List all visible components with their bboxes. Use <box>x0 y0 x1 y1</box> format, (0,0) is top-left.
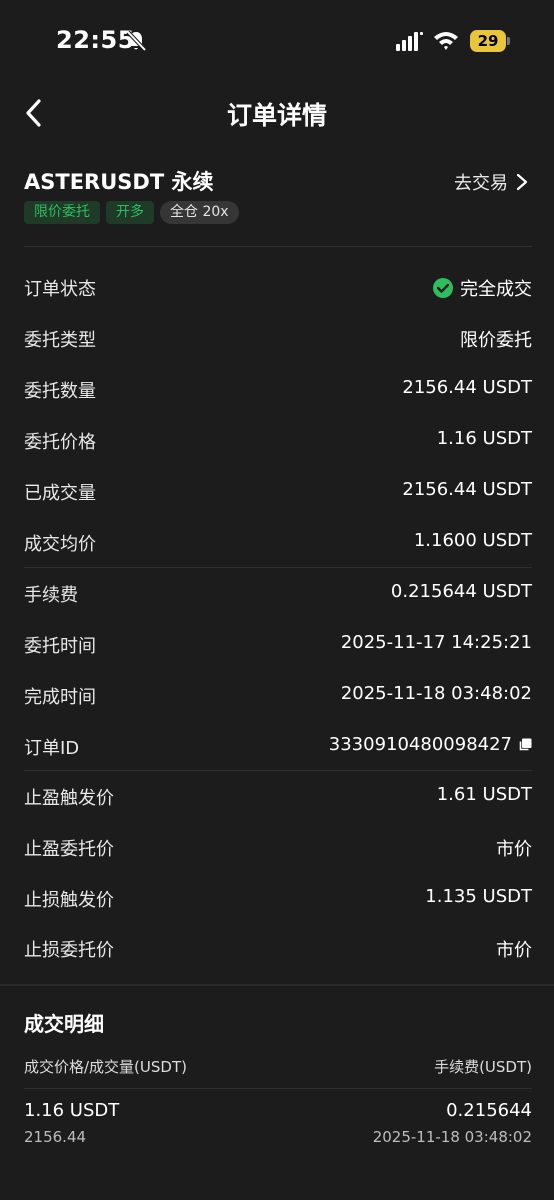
field-fee: 手续费 0.215644 USDT <box>24 578 532 608</box>
field-value: 1.1600 USDT <box>413 530 532 551</box>
fills-section-title: 成交明细 <box>24 1012 104 1036</box>
fill-fee: 0.215644 <box>446 1100 532 1121</box>
order-type-tag: 限价委托 <box>24 201 100 224</box>
back-arrow-icon[interactable] <box>22 98 46 128</box>
field-sl-order-price: 止损委托价 市价 <box>24 933 532 963</box>
field-label: 止盈委托价 <box>24 839 114 860</box>
field-value: 2025-11-17 14:25:21 <box>340 632 532 653</box>
field-label: 止盈触发价 <box>24 788 114 809</box>
margin-leverage-tag: 全仓 20x <box>160 201 239 224</box>
field-label: 成交均价 <box>24 534 96 555</box>
symbol-name: ASTERUSDT 永续 <box>24 170 214 194</box>
check-circle-icon <box>433 278 453 298</box>
field-value: 完全成交 <box>432 275 532 301</box>
order-id-text: 3330910480098427 <box>328 734 512 755</box>
field-sl-trigger: 止损触发价 1.135 USDT <box>24 883 532 913</box>
field-order-price: 委托价格 1.16 USDT <box>24 425 532 455</box>
page-title: 订单详情 <box>226 101 327 130</box>
fills-col-fee: 手续费(USDT) <box>434 1058 532 1076</box>
field-tp-trigger: 止盈触发价 1.61 USDT <box>24 781 532 811</box>
field-filled-quantity: 已成交量 2156.44 USDT <box>24 476 532 506</box>
chevron-right-icon <box>516 173 528 191</box>
field-label: 止损委托价 <box>24 940 114 961</box>
wifi-icon <box>434 32 458 50</box>
battery-indicator: 29 <box>470 30 506 52</box>
field-value: 3330910480098427 <box>329 734 532 755</box>
status-text: 完全成交 <box>460 279 532 300</box>
go-trade-link[interactable]: 去交易 <box>454 169 528 195</box>
field-order-status: 订单状态 完全成交 <box>24 272 532 302</box>
status-bar: 22:55 29 <box>0 0 554 84</box>
field-value: 0.215644 USDT <box>390 581 532 602</box>
field-label: 订单状态 <box>24 279 96 300</box>
field-order-id: 订单ID 3330910480098427 <box>24 731 532 761</box>
field-value: 限价委托 <box>460 330 532 351</box>
status-time: 22:55 <box>56 26 135 54</box>
cellular-signal-icon <box>396 32 423 51</box>
fill-time: 2025-11-18 03:48:02 <box>372 1128 532 1146</box>
fill-quantity: 2156.44 <box>24 1128 87 1146</box>
field-value: 市价 <box>496 839 532 860</box>
field-value: 1.61 USDT <box>436 784 532 805</box>
field-value: 2156.44 USDT <box>402 479 532 500</box>
field-label: 已成交量 <box>24 483 96 504</box>
field-label: 委托价格 <box>24 432 96 453</box>
battery-tip <box>507 37 510 45</box>
divider <box>24 246 532 247</box>
bell-muted-icon <box>126 30 146 52</box>
section-divider <box>0 984 554 986</box>
field-label: 委托数量 <box>24 381 96 402</box>
symbol-header: ASTERUSDT 永续 去交易 <box>24 166 532 196</box>
nav-bar: 订单详情 <box>0 84 554 140</box>
field-value: 1.135 USDT <box>425 886 532 907</box>
field-label: 完成时间 <box>24 687 96 708</box>
side-tag: 开多 <box>106 201 154 224</box>
field-value: 2025-11-18 03:48:02 <box>340 683 532 704</box>
field-tp-order-price: 止盈委托价 市价 <box>24 832 532 862</box>
field-order-quantity: 委托数量 2156.44 USDT <box>24 374 532 404</box>
field-order-type: 委托类型 限价委托 <box>24 323 532 353</box>
field-label: 手续费 <box>24 585 78 606</box>
fills-col-price-qty: 成交价格/成交量(USDT) <box>24 1058 187 1076</box>
copy-icon[interactable] <box>518 738 532 752</box>
fill-price: 1.16 USDT <box>24 1100 120 1121</box>
divider <box>24 567 532 568</box>
divider <box>24 1088 532 1089</box>
field-label: 委托时间 <box>24 636 96 657</box>
field-label: 订单ID <box>24 738 80 759</box>
field-value: 市价 <box>496 940 532 961</box>
order-tags: 限价委托 开多 全仓 20x <box>24 201 239 224</box>
go-trade-label: 去交易 <box>454 173 508 194</box>
field-average-price: 成交均价 1.1600 USDT <box>24 527 532 557</box>
field-value: 1.16 USDT <box>436 428 532 449</box>
field-label: 委托类型 <box>24 330 96 351</box>
field-order-time: 委托时间 2025-11-17 14:25:21 <box>24 629 532 659</box>
field-label: 止损触发价 <box>24 890 114 911</box>
field-value: 2156.44 USDT <box>402 377 532 398</box>
divider <box>24 770 532 771</box>
field-complete-time: 完成时间 2025-11-18 03:48:02 <box>24 680 532 710</box>
